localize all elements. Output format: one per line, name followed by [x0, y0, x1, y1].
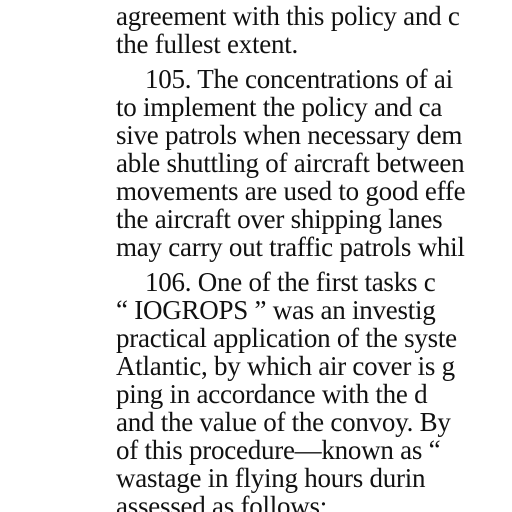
text-line: of this procedure—known as “ — [116, 435, 441, 465]
text-line: the fullest extent. — [116, 29, 298, 59]
document-page: agreement with this policy and c the ful… — [0, 0, 512, 512]
text-line: sive patrols when necessary dem — [116, 120, 463, 150]
text-line: 105. The concentrations of ai — [145, 64, 453, 94]
text-line: “ IOGROPS ” was an investig — [116, 295, 436, 325]
text-line: ping in accordance with the d — [116, 379, 428, 409]
text-line: the aircraft over shipping lanes — [116, 204, 443, 234]
text-line: wastage in flying hours durin — [116, 463, 426, 493]
text-line: to implement the policy and ca — [116, 92, 443, 122]
text-line: and the value of the convoy. By — [116, 407, 451, 437]
text-line: Atlantic, by which air cover is g — [116, 351, 455, 381]
text-line: 106. One of the first tasks c — [145, 267, 436, 297]
text-line: agreement with this policy and c — [116, 1, 460, 31]
text-line: practical application of the syste — [116, 323, 457, 353]
text-line: able shuttling of aircraft between — [116, 148, 465, 178]
text-line: movements are used to good effe — [116, 176, 466, 206]
text-line: assessed as follows: — [116, 491, 327, 512]
text-line: may carry out traffic patrols whil — [116, 232, 465, 262]
